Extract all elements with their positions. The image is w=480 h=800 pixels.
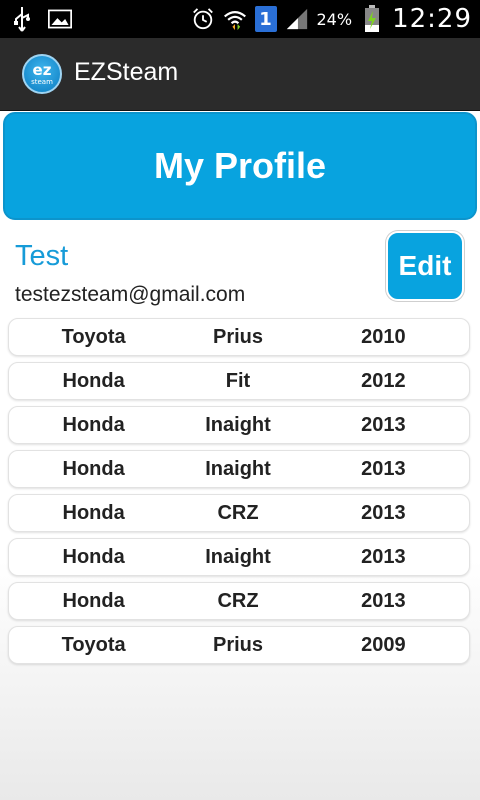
vehicle-row[interactable]: Honda CRZ 2013 [8,582,470,620]
profile-name: Test [15,240,69,272]
vehicle-model: Inaight [205,545,271,568]
vehicle-year: 2013 [361,545,406,568]
vehicle-model: CRZ [217,501,259,524]
vehicle-make: Honda [62,369,125,392]
app-title: EZSteam [74,58,179,86]
vehicle-make: Honda [62,457,125,480]
vehicle-row[interactable]: Honda Inaight 2013 [8,450,470,488]
battery-percent: 24% [316,9,353,29]
status-bar-system: 1 24% 12:29 [191,4,473,34]
vehicle-year: 2013 [361,413,406,436]
app-logo[interactable]: ez steam [22,54,62,94]
vehicle-model: Inaight [205,457,271,480]
vehicle-make: Honda [62,589,125,612]
vehicle-year: 2013 [361,501,406,524]
logo-subtext: steam [31,78,53,86]
vehicle-model: Inaight [205,413,271,436]
vehicle-row[interactable]: Honda Inaight 2013 [8,406,470,444]
wifi-icon [223,6,247,32]
page-title: My Profile [153,145,327,186]
vehicle-year: 2012 [361,369,406,392]
vehicle-year: 2013 [361,457,406,480]
vehicle-model: Prius [212,633,264,656]
vehicle-model: CRZ [217,589,259,612]
vehicle-year: 2009 [361,633,406,656]
vehicle-year: 2013 [361,589,406,612]
vehicle-row[interactable]: Honda CRZ 2013 [8,494,470,532]
action-bar: ez steam EZSteam [0,38,480,111]
vehicle-model: Fit [225,369,251,392]
status-bar-notifications [10,6,72,32]
vehicle-list: Toyota Prius 2010 Honda Fit 2012 Honda I… [8,318,470,670]
profile-banner: My Profile [3,112,477,220]
alarm-icon [191,6,215,32]
vehicle-row[interactable]: Honda Inaight 2013 [8,538,470,576]
battery-charging-icon [360,5,384,32]
status-bar: 1 24% 12:29 [0,0,480,38]
notification-badge: 1 [254,6,277,32]
signal-icon [285,6,309,32]
vehicle-model: Prius [212,325,264,348]
clock: 12:29 [392,4,472,34]
edit-button[interactable]: Edit [386,231,464,301]
vehicle-row[interactable]: Toyota Prius 2010 [8,318,470,356]
usb-icon [10,6,34,32]
logo-text: ez [32,61,52,79]
vehicle-make: Honda [62,545,125,568]
vehicle-year: 2010 [361,325,406,348]
vehicle-make: Toyota [61,325,126,348]
vehicle-make: Honda [62,413,125,436]
vehicle-row[interactable]: Honda Fit 2012 [8,362,470,400]
image-icon [48,6,72,32]
profile-email: testezsteam@gmail.com [15,283,246,306]
vehicle-row[interactable]: Toyota Prius 2009 [8,626,470,664]
vehicle-make: Honda [62,501,125,524]
vehicle-make: Toyota [61,633,126,656]
